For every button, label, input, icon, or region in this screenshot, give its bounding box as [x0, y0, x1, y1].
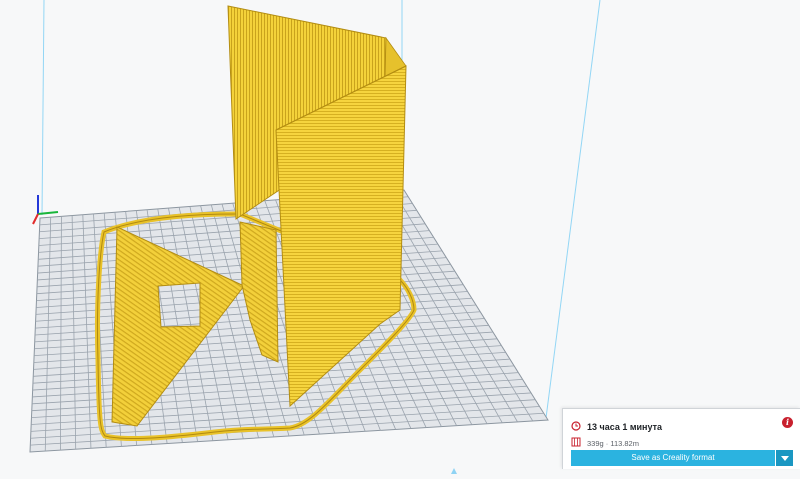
material-usage-text: 339g · 113.82m: [587, 438, 639, 448]
3d-viewport[interactable]: [0, 0, 800, 469]
save-creality-format-button[interactable]: Save as Creality format: [571, 450, 775, 466]
save-options-dropdown-button[interactable]: [775, 450, 793, 466]
info-icon[interactable]: i: [782, 417, 793, 428]
chevron-down-icon: [781, 456, 789, 461]
scroll-indicator-icon: [451, 461, 457, 474]
print-time-text: 13 часа 1 минута: [587, 422, 663, 432]
print-info-panel: 13 часа 1 минута 339g · 113.82m i Save a…: [562, 408, 800, 469]
scene-canvas[interactable]: [0, 0, 800, 469]
